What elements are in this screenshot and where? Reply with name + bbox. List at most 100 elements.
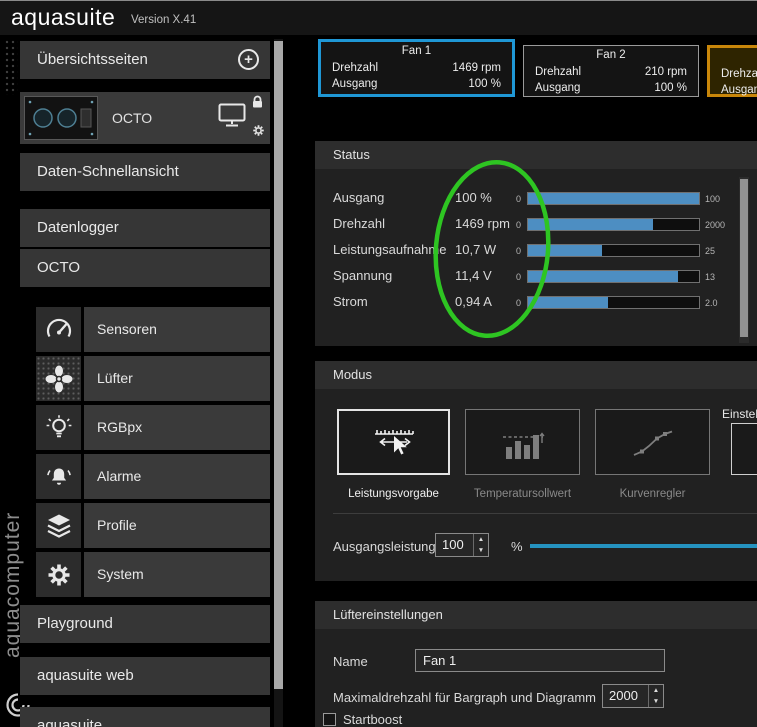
gauge-icon [36,307,81,352]
sidebar-item-label: System [84,552,270,597]
bulb-icon [36,405,81,450]
bar-min-label: 0 [515,246,521,256]
status-value: 1469 rpm [455,216,510,231]
sidebar-item-system[interactable]: System [36,552,270,597]
sidebar-item-luefter[interactable]: Lüfter [36,356,270,401]
sidebar-item-datenlogger[interactable]: Datenlogger [20,209,270,247]
startboost-checkbox[interactable] [323,713,336,726]
sidebar-item-sensoren[interactable]: Sensoren [36,307,270,352]
status-panel: Status Ausgang 100 % 0 100 Drehzahl 1469… [315,141,757,346]
fan-tab-title: Fan 2 [596,49,626,61]
bargraph-fill [528,193,699,204]
lock-icon[interactable] [251,94,264,114]
modus-panel: Modus Leistungsvorgabe Temperatursollwer… [315,361,757,581]
mode-label-kurvenregler: Kurvenregler [619,488,686,500]
mode-label-temperatursollwert: Temperatursollwert [473,488,572,500]
status-value: 10,7 W [455,242,497,257]
mode-button-kurvenregler[interactable] [595,409,710,475]
spinner-up-icon[interactable]: ▲ [474,534,488,545]
slider-hand-icon [374,430,414,455]
monitor-icon[interactable] [218,103,246,132]
fan-stat-value: 1469 rpm [452,62,501,74]
scrollbar-thumb[interactable] [274,41,283,689]
fan-tab-3-partial[interactable]: Drehzahl Ausgang [707,45,757,97]
bar-min-label: 0 [515,272,521,282]
mode-label-leistungsvorgabe: Leistungsvorgabe [348,488,439,500]
sidebar-item-aquasuite[interactable]: aquasuite [20,707,270,727]
sidebar-item-playground[interactable]: Playground [20,605,270,643]
fan-tab-title: Fan 1 [401,45,432,57]
status-label: Leistungsaufnahme [333,242,447,257]
fan-tab-2[interactable]: Fan 2 Drehzahl 210 rpm Ausgang 100 % [523,45,699,97]
gear-icon[interactable] [251,123,266,143]
spinner-value[interactable]: 100 [436,534,473,556]
sidebar: Übersichtsseiten + OCTO Daten-Schnellans… [20,39,270,727]
bargraph-fill [528,271,679,282]
status-row: Strom 0,94 A 0 2.0 [315,290,757,316]
fan-tab-1[interactable]: Fan 1 Drehzahl 1469 rpm Ausgang 100 % [318,39,515,97]
status-label: Ausgang [333,190,385,205]
sidebar-item-aquasuite-web[interactable]: aquasuite web [20,657,270,695]
fan-stat-label: Ausgang [721,84,757,96]
mode-button-leistungsvorgabe[interactable] [337,409,450,475]
bar-min-label: 0 [515,298,521,308]
bar-max-label: 100 [705,194,721,204]
fan-icon [36,356,81,401]
spinner-down-icon[interactable]: ▼ [474,545,488,556]
status-bargraph [527,296,700,309]
fan-name-input[interactable]: Fan 1 [415,649,665,672]
device-thumbnail [24,96,98,140]
sidebar-item-label: aquasuite web [37,667,134,684]
sidebar-item-profile[interactable]: Profile [36,503,270,548]
sidebar-item-rgbpx[interactable]: RGBpx [36,405,270,450]
barchart-icon [502,432,545,459]
bar-min-label: 0 [515,220,521,230]
max-rpm-spinner[interactable]: 2000 ▲ ▼ [602,684,664,708]
fan-tab-title [710,51,757,66]
device-row-octo[interactable]: OCTO [20,92,270,144]
output-power-slider[interactable] [530,544,757,548]
sidebar-item-octo[interactable]: OCTO [20,249,270,287]
status-row: Drehzahl 1469 rpm 0 2000 [315,212,757,238]
sidebar-item-label: Daten-Schnellansicht [37,163,179,180]
layers-icon [36,503,81,548]
sidebar-item-label: aquasuite [37,717,103,727]
fan-stat-value: 210 rpm [644,66,687,78]
sidebar-item-uebersichtsseiten[interactable]: Übersichtsseiten + [20,41,270,79]
version-label: Version X.41 [131,14,197,26]
mode-button-temperatursollwert[interactable] [465,409,580,475]
status-row: Spannung 11,4 V 0 13 [315,264,757,290]
curve-icon [633,430,672,456]
status-rows: Ausgang 100 % 0 100 Drehzahl 1469 rpm 0 … [315,186,757,316]
spinner-buttons: ▲ ▼ [648,685,663,707]
spinner-buttons: ▲ ▼ [473,534,488,556]
status-label: Drehzahl [333,216,386,231]
spinner-value[interactable]: 2000 [603,685,648,707]
plus-icon: + [244,51,253,68]
device-name: OCTO [112,110,153,126]
status-value: 0,94 A [455,294,492,309]
sidebar-item-label: RGBpx [84,405,270,450]
dots-decoration [4,39,18,95]
fan-stat-label: Drehzahl [721,68,757,80]
fan-stat-label: Ausgang [535,82,581,94]
scrollbar-thumb[interactable] [740,179,748,337]
output-power-spinner[interactable]: 100 ▲ ▼ [435,533,489,557]
fan-stat-label: Drehzahl [332,62,379,74]
status-scrollbar[interactable] [739,177,749,343]
sidebar-item-label: Playground [37,615,113,632]
status-panel-title: Status [315,141,757,169]
output-power-label: Ausgangsleistung [333,539,436,554]
name-label: Name [333,654,368,669]
sidebar-item-label: Alarme [84,454,270,499]
sidebar-item-label: Profile [84,503,270,548]
sidebar-item-daten-schnellansicht[interactable]: Daten-Schnellansicht [20,153,270,191]
sidebar-scrollbar[interactable] [274,39,283,727]
add-page-button[interactable]: + [238,49,259,70]
einstellungen-box-partial[interactable] [731,423,757,475]
sidebar-item-alarme[interactable]: Alarme [36,454,270,499]
spinner-down-icon[interactable]: ▼ [649,696,663,707]
sidebar-item-label: Datenlogger [37,219,119,236]
spinner-up-icon[interactable]: ▲ [649,685,663,696]
bargraph-fill [528,245,602,256]
